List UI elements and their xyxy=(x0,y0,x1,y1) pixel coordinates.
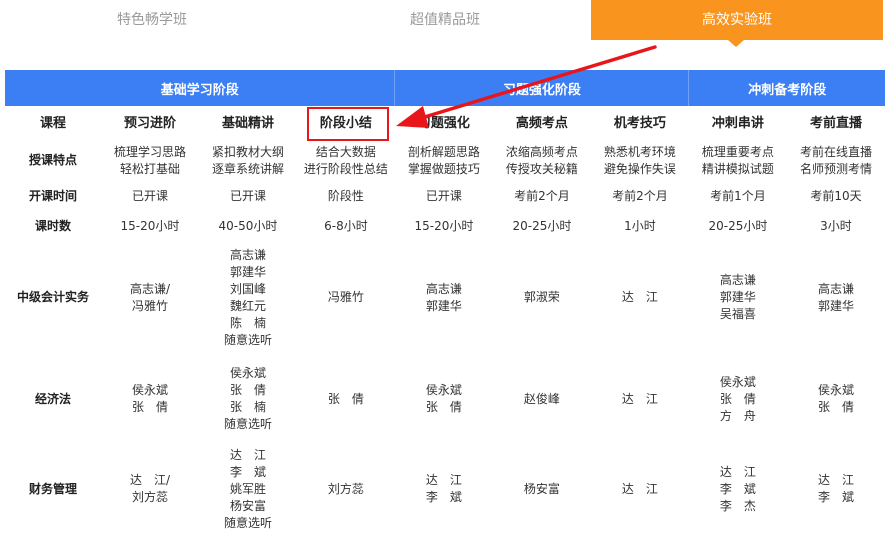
course-header-row: 课程 预习进阶 基础精讲 阶段小结 习题强化 高频考点 机考技巧 冲刺串讲 考前… xyxy=(5,106,885,140)
table-cell: 高志谦/ 冯雅竹 xyxy=(129,281,170,313)
table-cell: 侯永斌 张 倩 张 楠 随意选听 xyxy=(223,366,272,431)
table-row: 课时数 15-20小时 40-50小时 6-8小时 15-20小时 20-25小… xyxy=(5,211,885,241)
table-cell: 梳理重要考点 精讲模拟试题 xyxy=(701,144,774,176)
table-cell: 20-25小时 xyxy=(708,218,768,233)
row-label: 授课特点 xyxy=(28,153,77,167)
table-cell: 高志谦 郭建华 吴福喜 xyxy=(719,273,756,321)
table-cell: 考前在线直播 名师预测考情 xyxy=(799,144,872,176)
table-row: 经济法 侯永斌 张 倩 侯永斌 张 倩 张 楠 随意选听 张 倩 侯永斌 张 倩… xyxy=(5,354,885,444)
table-cell: 熟悉机考环境 避免操作失误 xyxy=(603,144,676,176)
table-cell: 15-20小时 xyxy=(414,218,474,233)
table-cell: 侯永斌 张 倩 xyxy=(425,383,462,414)
table-cell: 达 江 xyxy=(621,290,658,304)
header-cell-highlighted: 阶段小结 xyxy=(319,115,372,131)
table-row: 授课特点 梳理学习思路 轻松打基础 紧扣教材大纲 逐章系统讲解 结合大数据 进行… xyxy=(5,140,885,181)
stage-practice: 习题强化阶段 xyxy=(394,70,689,106)
table-cell: 15-20小时 xyxy=(120,218,180,233)
table-cell: 达 江/ 刘方蕊 xyxy=(129,473,170,504)
header-cell: 习题强化 xyxy=(417,115,470,131)
table-cell: 侯永斌 张 倩 xyxy=(131,383,168,414)
row-label: 财务管理 xyxy=(28,481,77,496)
table-cell: 6-8小时 xyxy=(324,218,368,233)
table-row: 财务管理 达 江/ 刘方蕊 达 江 李 斌 姚军胜 杨安富 随意选听 刘方蕊 达… xyxy=(5,444,885,534)
tab-premium-class[interactable]: 超值精品班 xyxy=(345,0,545,40)
header-cell: 课程 xyxy=(39,115,66,131)
tab-efficient-class[interactable]: 高效实验班 xyxy=(591,0,883,40)
header-cell: 预习进阶 xyxy=(123,115,176,131)
table-cell: 郭淑荣 xyxy=(523,290,560,304)
stage-header-row: 基础学习阶段 习题强化阶段 冲刺备考阶段 xyxy=(5,70,885,106)
table-cell: 40-50小时 xyxy=(218,218,278,233)
course-table: 基础学习阶段 习题强化阶段 冲刺备考阶段 课程 预习进阶 基础精讲 阶段小结 习… xyxy=(5,70,885,534)
table-cell: 侯永斌 张 倩 方 舟 xyxy=(719,374,756,423)
header-cell: 冲刺串讲 xyxy=(711,115,764,131)
active-tab-caret-icon xyxy=(728,40,744,47)
table-cell: 已开课 xyxy=(229,188,266,203)
table-cell: 已开课 xyxy=(131,188,168,203)
table-cell: 张 倩 xyxy=(327,391,364,406)
header-cell: 基础精讲 xyxy=(221,115,274,131)
table-cell: 冯雅竹 xyxy=(327,290,364,304)
table-cell: 赵俊峰 xyxy=(523,391,560,406)
table-cell: 高志谦 郭建华 xyxy=(425,281,462,313)
row-label: 经济法 xyxy=(34,391,71,406)
row-label: 开课时间 xyxy=(28,188,77,203)
table-cell: 剖析解题思路 掌握做题技巧 xyxy=(407,144,480,176)
table-cell: 达 江 李 斌 姚军胜 杨安富 随意选听 xyxy=(223,447,272,530)
table-cell: 侯永斌 张 倩 xyxy=(817,383,854,414)
header-cell: 考前直播 xyxy=(809,115,862,131)
table-cell: 阶段性 xyxy=(327,188,364,203)
table-cell: 达 江 xyxy=(621,391,658,406)
table-cell: 考前10天 xyxy=(810,188,862,203)
table-cell: 浓缩高频考点 传授攻关秘籍 xyxy=(505,144,578,176)
row-label: 课时数 xyxy=(34,218,71,233)
table-cell: 梳理学习思路 轻松打基础 xyxy=(113,144,186,176)
table-cell: 紧扣教材大纲 逐章系统讲解 xyxy=(211,144,284,176)
table-row: 中级会计实务 高志谦/ 冯雅竹 高志谦 郭建华 刘国峰 魏红元 陈 楠 随意选听… xyxy=(5,241,885,354)
table-cell: 20-25小时 xyxy=(512,218,572,233)
table-cell: 考前2个月 xyxy=(612,188,668,203)
stage-basic: 基础学习阶段 xyxy=(5,70,395,106)
table-cell: 杨安富 xyxy=(523,481,560,496)
table-cell: 结合大数据 进行阶段性总结 xyxy=(303,144,388,176)
table-cell: 达 江 李 斌 xyxy=(425,473,462,504)
table-cell: 高志谦 郭建华 刘国峰 魏红元 陈 楠 随意选听 xyxy=(223,247,272,347)
header-cell: 机考技巧 xyxy=(613,115,666,131)
row-label: 中级会计实务 xyxy=(16,290,89,304)
table-cell: 1小时 xyxy=(624,218,656,233)
table-cell: 考前1个月 xyxy=(710,188,766,203)
table-cell: 3小时 xyxy=(820,218,852,233)
class-tabs: 特色畅学班 超值精品班 高效实验班 xyxy=(0,0,890,40)
table-cell: 已开课 xyxy=(425,188,462,203)
table-cell: 考前2个月 xyxy=(514,188,570,203)
table-cell: 达 江 xyxy=(621,481,658,496)
stage-sprint: 冲刺备考阶段 xyxy=(688,70,885,106)
table-cell: 达 江 李 斌 xyxy=(817,473,854,504)
table-cell: 达 江 李 斌 李 杰 xyxy=(719,464,756,513)
tab-featured-class[interactable]: 特色畅学班 xyxy=(52,0,252,40)
table-cell: 高志谦 郭建华 xyxy=(817,281,854,313)
header-cell: 高频考点 xyxy=(515,115,568,131)
table-row: 开课时间 已开课 已开课 阶段性 已开课 考前2个月 考前2个月 考前1个月 考… xyxy=(5,181,885,211)
table-cell: 刘方蕊 xyxy=(327,481,364,496)
